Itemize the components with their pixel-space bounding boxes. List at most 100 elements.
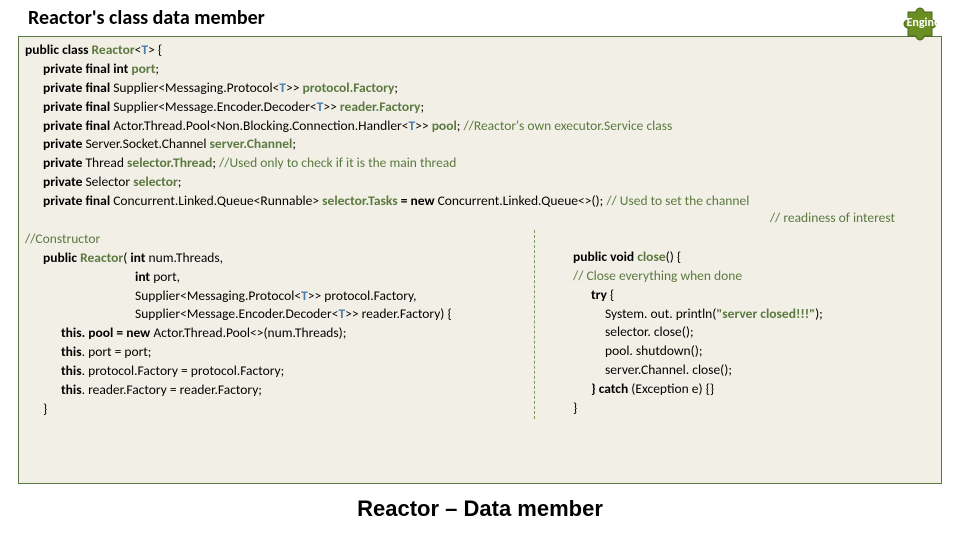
var: reader.Factory [340,98,421,115]
comment: // Used to set the channel [606,192,749,209]
var: protocol.Factory [303,79,395,96]
code-line: private final Actor.Thread.Pool<Non.Bloc… [43,117,935,136]
code-line: private Server.Socket.Channel server.Cha… [43,135,935,154]
code-block: public class Reactor<T> { private final … [18,36,942,484]
type-param: T [301,287,308,304]
text: . reader.Factory = reader.Factory; [82,381,262,398]
code-line: private Thread selector.Thread; //Used o… [43,154,935,173]
text: ; [394,79,398,96]
keyword: private [43,154,82,171]
var: selector [133,173,178,190]
close-method-column: public void close() { // Close everythin… [535,230,935,419]
keyword: int [113,60,128,77]
class-name: Reactor [92,41,135,58]
var: pool [432,117,457,134]
text: Supplier<Message.Encoder.Decoder< [135,305,338,322]
keyword: public [43,249,77,266]
var: server.Channel [210,135,293,152]
keyword: private final [43,192,110,209]
text: ; [292,135,296,152]
keyword: private final [43,98,110,115]
code-line: pool. shutdown(); [605,342,935,361]
keyword: } catch [591,380,628,397]
comment: // readiness of interest [25,209,935,228]
comment: //Constructor [25,230,530,249]
code-line: int port, [135,268,530,287]
var: port [131,60,155,77]
text: Selector [85,173,130,190]
code-line: this. port = port; [61,343,530,362]
keyword: public void [573,248,634,265]
keyword: . pool = new [82,324,151,341]
code-line: private final int port; [43,60,935,79]
keyword: private final [43,79,110,96]
code-line: } [43,400,530,419]
text: ; [420,98,424,115]
keyword: this [61,343,82,360]
bottom-title: Reactor – Data member [0,496,960,522]
keyword: public class [25,41,88,58]
var: selector.Tasks [322,192,398,209]
code-line: try { [591,286,935,305]
keyword: this [61,324,82,341]
text: >> [415,117,428,134]
code-line: private Selector selector; [43,173,935,192]
code-line: public void close() { [573,248,935,267]
ctor-name: Reactor [80,249,123,266]
constructor-column: //Constructor public Reactor( int num.Th… [25,230,535,419]
code-line: selector. close(); [605,323,935,342]
code-line: } catch (Exception e) {} [591,380,935,399]
text: () { [666,248,681,265]
spacer [565,230,935,248]
code-line: public Reactor( int num.Threads, [43,249,530,268]
text: >> protocol.Factory, [308,287,417,304]
code-line: this. protocol.Factory = protocol.Factor… [61,362,530,381]
text: Supplier<Messaging.Protocol< [113,79,279,96]
method-name: close [637,248,665,265]
text: ; [178,173,182,190]
keyword: private final [43,117,110,134]
keyword: private [43,135,82,152]
text: Supplier<Messaging.Protocol< [135,287,301,304]
keyword: this [61,381,82,398]
code-line: private final Supplier<Message.Encoder.D… [43,98,935,117]
text: Concurrent.Linked.Queue<Runnable> [113,192,319,209]
string: "server closed!!!" [716,305,815,322]
keyword: = new [401,192,435,209]
code-line: Supplier<Message.Encoder.Decoder<T>> rea… [135,305,530,324]
text: System. out [605,305,669,322]
keyword: private [43,173,82,190]
type-param: T [279,79,286,96]
code-line: } [573,399,935,418]
var: selector.Thread [127,154,212,171]
text: >> reader.Factory) { [345,305,452,322]
keyword: int [135,268,150,285]
code-line: System. out. println("server closed!!!")… [605,305,935,324]
code-line: public class Reactor<T> { [25,41,935,60]
comment: //Reactor's own executor.Service class [463,117,672,134]
code-line: this. pool = new Actor.Thread.Pool<>(num… [61,324,530,343]
two-column: //Constructor public Reactor( int num.Th… [25,230,935,419]
text: Concurrent.Linked.Queue<>(); [438,192,604,209]
code-line: Supplier<Messaging.Protocol<T>> protocol… [135,287,530,306]
comment: //Used only to check if it is the main t… [219,154,456,171]
text: . port = port; [82,343,152,360]
text: >> [323,98,336,115]
text: Actor.Thread.Pool<Non.Blocking.Connectio… [113,117,408,134]
keyword: this [61,362,82,379]
code-line: this. reader.Factory = reader.Factory; [61,381,530,400]
text: . println [669,305,712,322]
keyword: private final [43,60,110,77]
text: { [607,286,614,303]
comment: // Close everything when done [573,267,935,286]
text: >> [286,79,299,96]
text: port, [153,268,180,285]
text: ; [155,60,159,77]
keyword: try [591,286,607,303]
text: Supplier<Message.Encoder.Decoder< [113,98,316,115]
engine-label: Engine [907,16,940,30]
text: Thread [85,154,123,171]
keyword: int [130,249,145,266]
text: ); [815,305,823,322]
text: . protocol.Factory = protocol.Factory; [82,362,285,379]
